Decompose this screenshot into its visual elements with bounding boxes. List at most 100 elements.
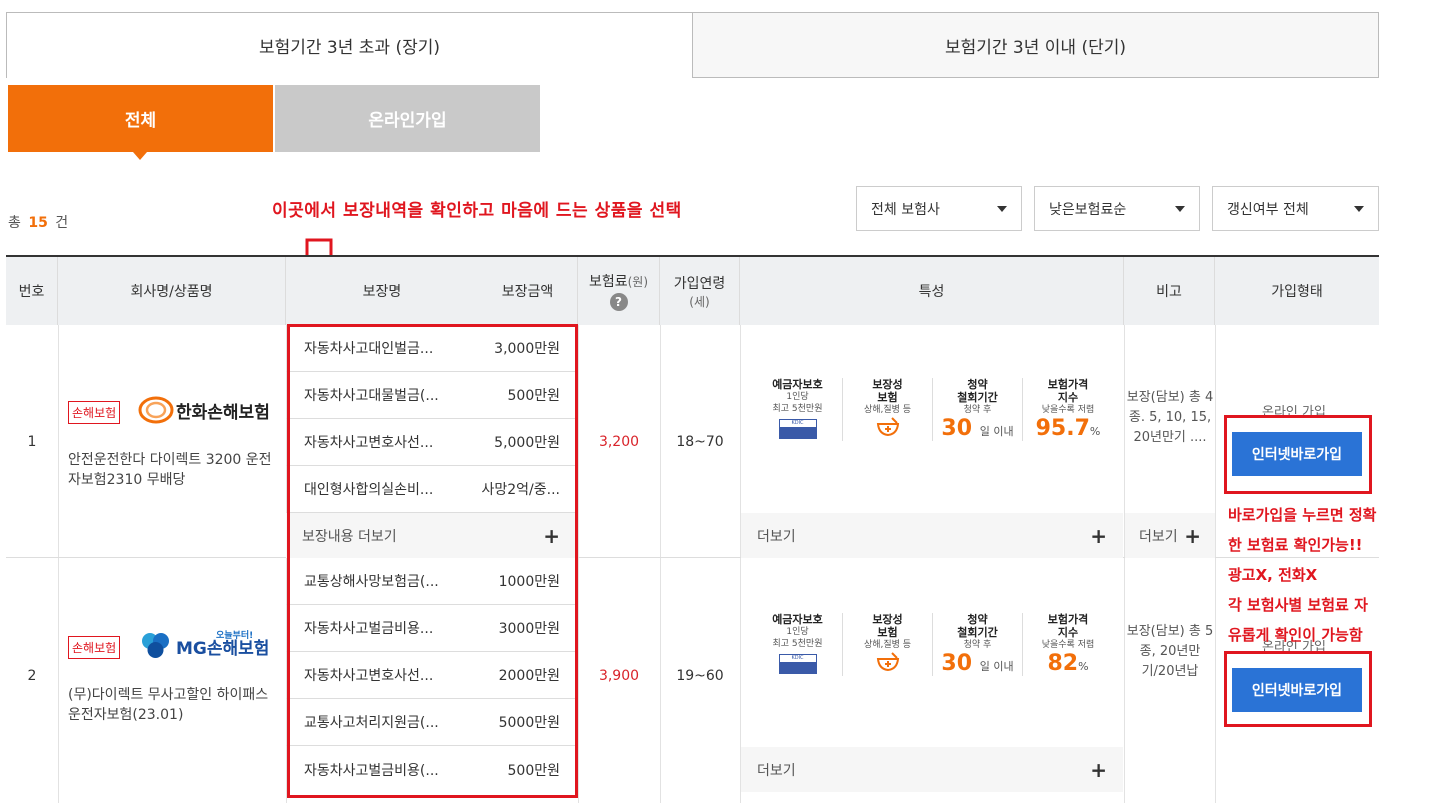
note-text: 보장(담보) 총 4종. 5, 10, 15, 20년만기 .... [1126,390,1214,445]
feature-icons: 예금자보호 1인당 최고 5천만원 KDIC 보장성 보험 상해,질병 등 청약… [753,613,1113,676]
feature-deposit-sub2: 최고 5천만원 [772,404,823,414]
annotation-line: 바로가입을 누르면 정확 [1228,506,1377,524]
note-more-label: 더보기 [1139,528,1178,545]
feature-guarantee: 보장성 보험 상해,질병 등 [843,613,933,676]
subtab-online[interactable]: 온라인가입 [275,85,540,152]
feature-guarantee-sub: 상해,질병 등 [863,405,912,415]
feature-withdraw-title2: 철회기간 [957,391,998,404]
header-join-type: 가입형태 [1215,257,1379,325]
feature-deposit: 예금자보호 1인당 최고 5천만원 KDIC [753,613,843,676]
annotation-line: 광고X, 전화X [1228,566,1318,584]
annotation-line: 각 보험사별 보험료 자 [1228,596,1368,614]
annotation-top: 이곳에서 보장내역을 확인하고 마음에 드는 상품을 선택 [272,201,682,221]
insurer-filter-value: 전체 보험사 [871,201,940,218]
mg-logo-icon [142,633,169,658]
feature-index-sub: 낮을수록 저렴 [1041,640,1095,650]
feature-deposit-title: 예금자보호 [772,613,823,626]
tab-short-term-label: 보험기간 3년 이내 (단기) [944,37,1127,58]
feature-price-index: 보험가격 지수 낮을수록 저렴 95.7% [1023,378,1113,441]
row-number: 2 [27,667,37,684]
header-features: 특성 [740,257,1124,325]
product-name[interactable]: 안전운전한다 다이렉트 3200 운전자보험2310 무배당 [68,450,273,490]
header-age-label: 가입연령 [673,275,726,292]
annotation-side: 바로가입을 누르면 정확 한 보험료 확인가능!! 광고X, 전화X 각 보험사… [1228,500,1443,650]
header-no: 번호 [6,257,58,325]
product-name[interactable]: (무)다이렉트 무사고할인 하이패스 운전자보험(23.01) [68,685,273,725]
insurance-type-badge: 손해보험 [68,636,121,659]
feature-index-title1: 보험가격 [1047,613,1089,626]
insurer-filter-select[interactable]: 전체 보험사 [856,186,1022,231]
feature-withdraw-value: 30 [941,416,973,441]
feature-index-title2: 지수 [1057,391,1079,404]
price-index-value: 95.7 [1035,416,1090,441]
feature-withdraw-unit: 일 이내 [979,660,1014,673]
feature-guarantee-title2: 보험 [877,626,898,639]
feature-icons: 예금자보호 1인당 최고 5천만원 KDIC 보장성 보험 상해,질병 등 청약… [753,378,1113,441]
note-more-button[interactable]: 더보기 + [1125,513,1215,558]
header-coverage-amount: 보장금액 [478,257,578,325]
header-coverage-amount-label: 보장금액 [501,284,554,300]
coverage-highlight-box [287,324,578,798]
feature-deposit-sub1: 1인당 [786,627,809,637]
help-icon[interactable]: ? [609,293,628,311]
feature-deposit-sub1: 1인당 [786,392,809,402]
mortar-pestle-icon [876,417,899,437]
header-note: 비고 [1124,257,1215,325]
sort-select[interactable]: 낮은보험료순 [1034,186,1200,231]
features-more-label: 더보기 [757,528,796,545]
price-index-unit: % [1089,425,1101,438]
chevron-down-icon [1354,205,1364,212]
kdic-seal-icon: KDIC [778,419,817,439]
header-premium-unit: (원) [627,275,649,289]
feature-index-title1: 보험가격 [1047,378,1089,391]
sort-value: 낮은보험료순 [1049,201,1127,218]
active-tab-indicator [133,152,147,160]
age-range: 19~60 [676,667,724,684]
header-premium: 보험료(원) ? [578,257,660,325]
premium-value: 3,900 [598,667,640,684]
subtab-all-label: 전체 [124,111,157,131]
price-index-unit: % [1078,660,1089,673]
features-more-button[interactable]: 더보기 + [741,513,1123,558]
feature-guarantee-title1: 보장성 [872,378,903,391]
feature-withdraw-title1: 청약 [967,613,988,626]
feature-withdraw-title2: 철회기간 [957,626,998,639]
chevron-down-icon [997,205,1007,212]
row-number: 1 [27,433,37,450]
header-no-label: 번호 [18,284,45,300]
tab-long-term[interactable]: 보험기간 3년 초과 (장기) [6,12,693,78]
join-button-highlight-box [1224,415,1372,494]
annotation-line: 유롭게 확인이 가능함 [1228,626,1363,644]
subtab-all[interactable]: 전체 [8,85,273,152]
features-more-label: 더보기 [757,762,796,779]
header-note-label: 비고 [1156,284,1182,300]
renewal-filter-value: 갱신여부 전체 [1227,201,1309,218]
features-more-button[interactable]: 더보기 + [741,747,1123,792]
plus-icon: + [1090,523,1107,548]
feature-withdraw-sub: 청약 후 [963,640,992,650]
renewal-filter-select[interactable]: 갱신여부 전체 [1212,186,1379,231]
tab-short-term[interactable]: 보험기간 3년 이내 (단기) [692,12,1379,78]
feature-withdraw: 청약 철회기간 청약 후 30 일 이내 [933,378,1023,441]
header-age: 가입연령 (세) [660,257,740,325]
header-premium-label: 보험료 [588,274,628,290]
result-count: 총 15 건 [8,212,68,232]
feature-guarantee-title1: 보장성 [872,613,903,626]
premium-value: 3,200 [598,433,640,450]
price-index-value: 82 [1047,651,1079,676]
company-logo: 한화손해보험 [136,395,270,425]
note-text: 보장(담보) 총 5종, 20년만기/20년납 [1126,624,1214,679]
header-coverage-name-label: 보장명 [362,284,402,300]
subtab-online-label: 온라인가입 [368,111,447,131]
kdic-seal-icon: KDIC [778,654,817,674]
feature-index-sub: 낮을수록 저렴 [1041,405,1095,415]
plus-icon: + [1090,757,1107,782]
company-name: 한화손해보험 [176,402,270,423]
company-logo: 오늘부터! MG손해보험 [136,628,269,662]
feature-index-title2: 지수 [1057,626,1079,639]
header-join-type-label: 가입형태 [1271,284,1323,300]
chevron-down-icon [1175,205,1185,212]
hanwha-logo-icon [138,396,174,424]
feature-guarantee-title2: 보험 [877,391,898,404]
age-range: 18~70 [676,433,724,450]
